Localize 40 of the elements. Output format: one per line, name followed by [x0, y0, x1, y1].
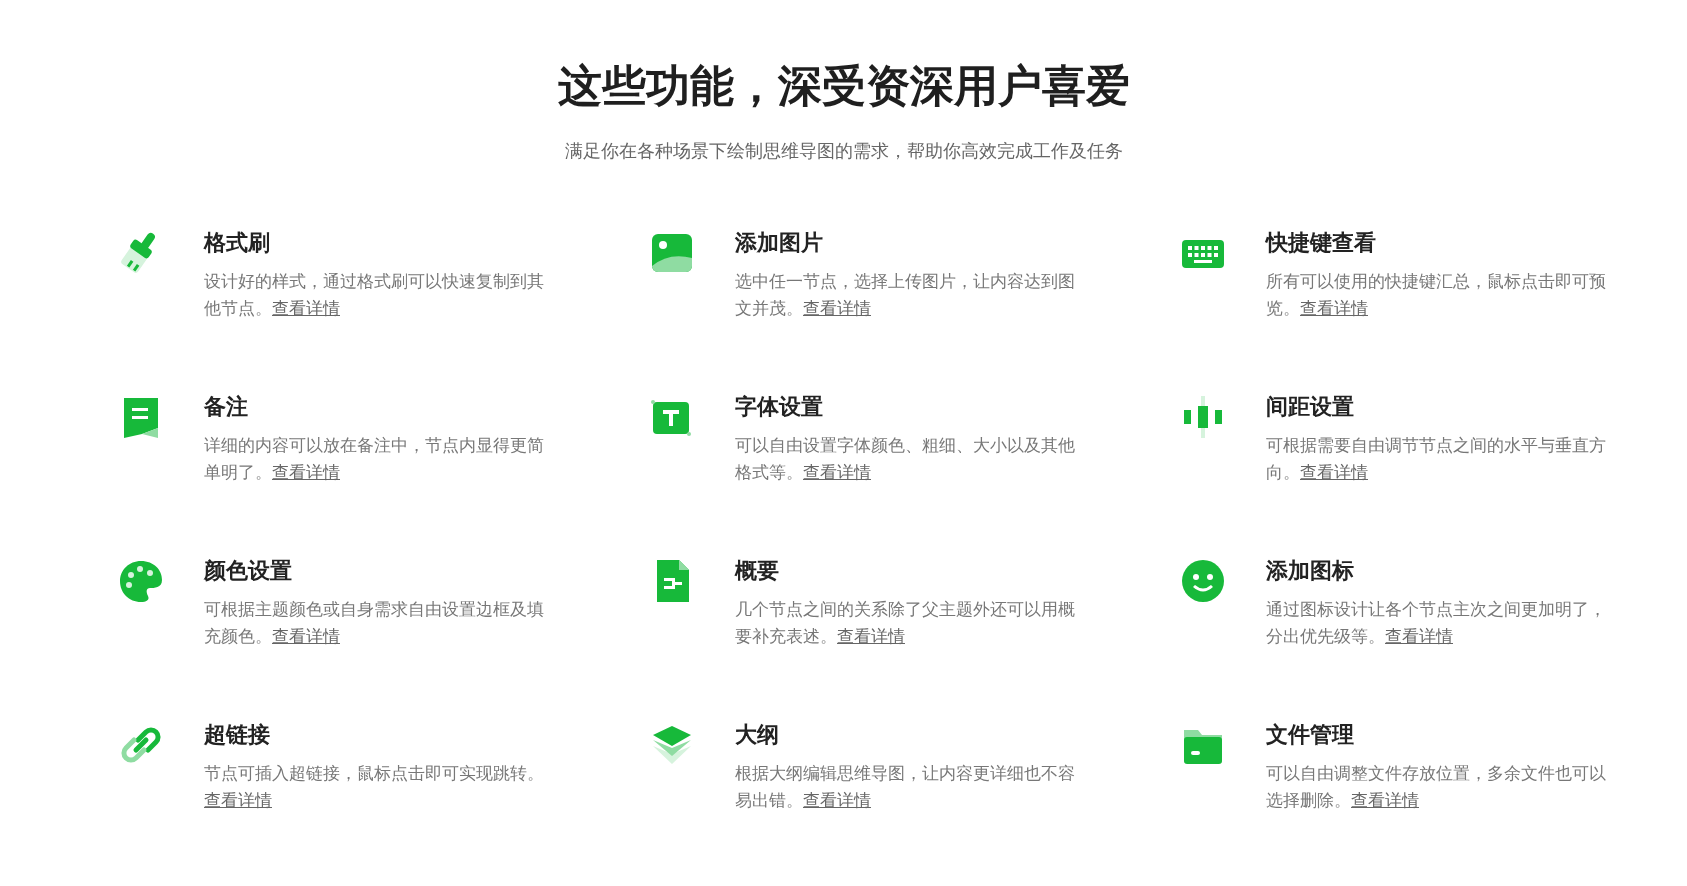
details-link[interactable]: 查看详情 — [837, 626, 905, 646]
section-title: 这些功能，深受资深用户喜爱 — [557, 59, 1130, 113]
feature-title: 字体设置 — [735, 393, 824, 421]
feature-title: 添加图片 — [735, 229, 824, 257]
feature-title: 文件管理 — [1266, 721, 1355, 749]
feature-title: 超链接 — [204, 721, 271, 749]
feature-description: 设计好的样式，通过格式刷可以快速复制到其他节点。查看详情 — [204, 270, 544, 320]
feature-title: 大纲 — [735, 721, 780, 749]
feature-description: 根据大纲编辑思维导图，让内容更详细也不容易出错。查看详情 — [735, 762, 1075, 812]
feature-description: 所有可以使用的快捷键汇总，鼠标点击即可预览。查看详情 — [1266, 270, 1606, 320]
feature-description: 节点可插入超链接，鼠标点击即可实现跳转。 查看详情 — [204, 762, 544, 812]
details-link[interactable]: 查看详情 — [272, 298, 340, 318]
details-link[interactable]: 查看详情 — [803, 790, 871, 810]
feature-description: 选中任一节点，选择上传图片，让内容达到图文并茂。查看详情 — [735, 270, 1075, 320]
details-link[interactable]: 查看详情 — [1385, 626, 1453, 646]
palette-icon — [118, 558, 164, 604]
details-link[interactable]: 查看详情 — [272, 462, 340, 482]
smiley-icon — [1180, 558, 1226, 604]
details-link[interactable]: 查看详情 — [1300, 462, 1368, 482]
feature-title: 备注 — [204, 393, 249, 421]
feature-description: 可以自由设置字体颜色、粗细、大小以及其他格式等。查看详情 — [735, 434, 1075, 484]
feature-description: 可以自由调整文件存放位置，多余文件也可以选择删除。查看详情 — [1266, 762, 1606, 812]
details-link[interactable]: 查看详情 — [272, 626, 340, 646]
details-link[interactable]: 查看详情 — [803, 298, 871, 318]
feature-title: 格式刷 — [204, 229, 271, 257]
feature-description: 详细的内容可以放在备注中，节点内显得更简单明了。查看详情 — [204, 434, 544, 484]
feature-title: 间距设置 — [1266, 393, 1355, 421]
feature-description: 几个节点之间的关系除了父主题外还可以用概要补充表述。查看详情 — [735, 598, 1075, 648]
details-link[interactable]: 查看详情 — [1351, 790, 1419, 810]
feature-description: 可根据主题颜色或自身需求自由设置边框及填充颜色。查看详情 — [204, 598, 544, 648]
feature-title: 颜色设置 — [204, 557, 293, 585]
details-link[interactable]: 查看详情 — [1300, 298, 1368, 318]
feature-title: 添加图标 — [1266, 557, 1355, 585]
feature-description: 可根据需要自由调节节点之间的水平与垂直方向。查看详情 — [1266, 434, 1606, 484]
details-link[interactable]: 查看详情 — [204, 790, 272, 810]
feature-title: 概要 — [735, 557, 780, 585]
feature-description: 通过图标设计让各个节点主次之间更加明了，分出优先级等。查看详情 — [1266, 598, 1606, 648]
section-subtitle: 满足你在各种场景下绘制思维导图的需求，帮助你高效完成工作及任务 — [564, 139, 1123, 163]
details-link[interactable]: 查看详情 — [803, 462, 871, 482]
feature-title: 快捷键查看 — [1266, 229, 1377, 257]
